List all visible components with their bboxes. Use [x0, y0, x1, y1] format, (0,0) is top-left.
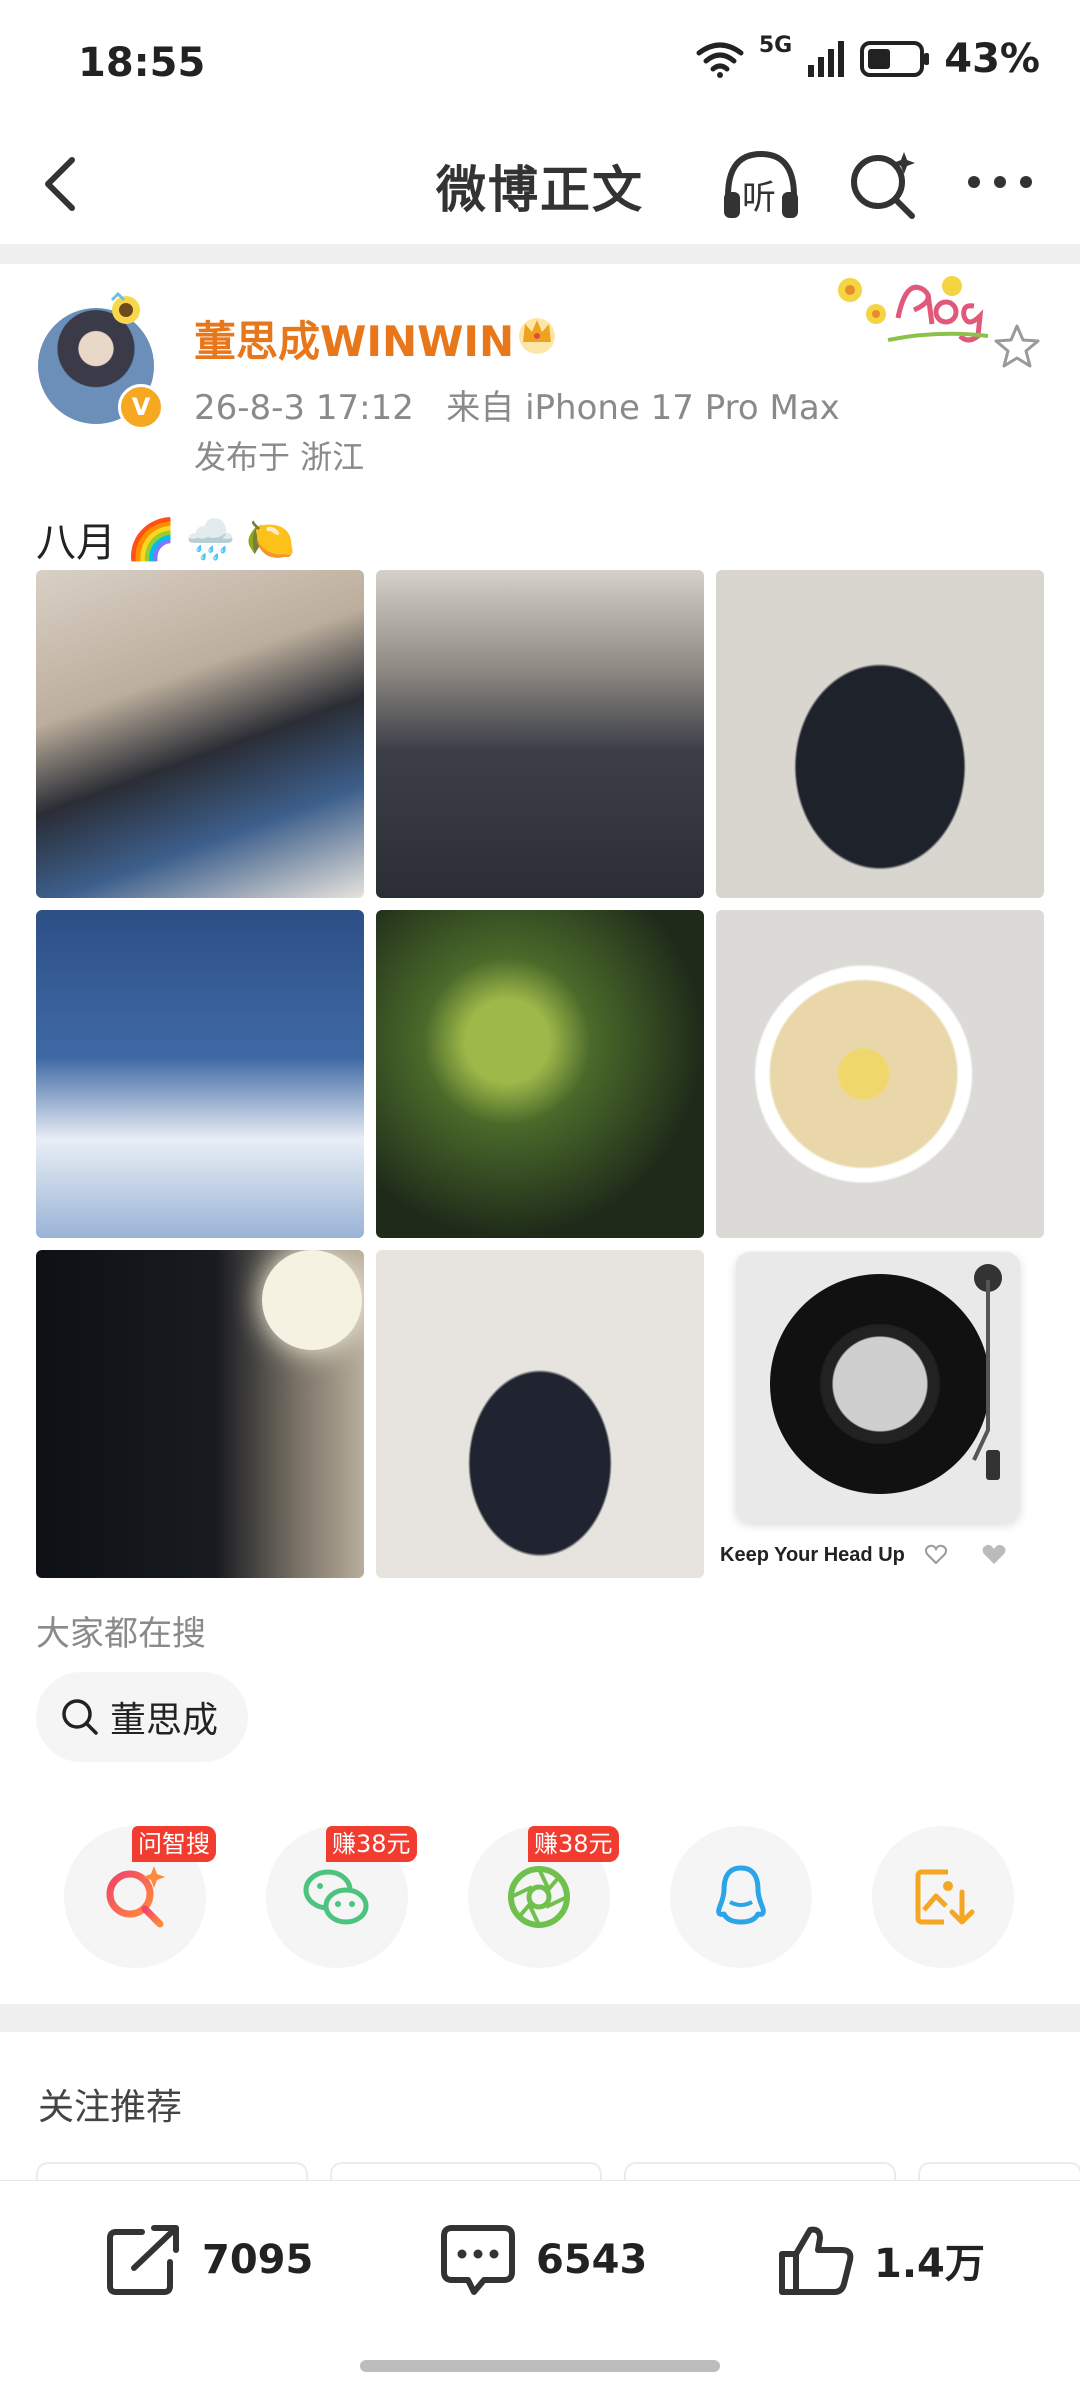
tonearm-icon	[972, 1264, 1002, 1480]
heart-icon[interactable]	[980, 1542, 1008, 1566]
status-icons: 5G 43%	[695, 32, 1040, 82]
like-button[interactable]: 1.4万	[776, 2222, 985, 2298]
post-location: 发布于 浙江	[194, 438, 365, 476]
more-options-icon[interactable]	[960, 152, 1040, 212]
image-grid: Keep Your Head Up	[36, 570, 1044, 1578]
repost-button[interactable]: 7095	[104, 2222, 313, 2298]
post-source: 来自 iPhone 17 Pro Max	[446, 388, 840, 428]
qq-icon	[716, 1865, 766, 1925]
favorite-star-icon[interactable]	[992, 322, 1042, 372]
post-image-4[interactable]	[36, 910, 364, 1238]
post-image-5[interactable]	[376, 910, 704, 1238]
post-image-8[interactable]	[376, 1250, 704, 1578]
listen-button[interactable]: 听	[718, 144, 804, 224]
post-text: 八月 🌈 🌧️ 🍋	[36, 510, 295, 568]
listen-label: 听	[742, 178, 776, 218]
wifi-icon	[696, 42, 744, 78]
share-qq[interactable]	[670, 1826, 812, 1968]
broken-heart-icon[interactable]	[924, 1542, 948, 1566]
signal-icon	[808, 41, 845, 77]
repost-icon	[107, 2225, 179, 2295]
moments-icon	[508, 1866, 570, 1928]
rain-cloud-emoji: 🌧️	[185, 516, 236, 563]
author-name[interactable]: 董思成WINWIN	[194, 308, 514, 369]
thumbs-up-icon	[779, 2226, 854, 2295]
follow-recommend-heading: 关注推荐	[38, 2087, 183, 2128]
post-image-6[interactable]	[716, 910, 1044, 1238]
status-time: 18:55	[78, 40, 206, 86]
share-badge-1: 问智搜	[132, 1826, 216, 1862]
post-image-3[interactable]	[716, 570, 1044, 898]
hot-search-chip[interactable]: 董思成	[36, 1672, 249, 1762]
home-indicator[interactable]	[360, 2360, 720, 2372]
hot-search-heading: 大家都在搜	[36, 1614, 206, 1654]
repost-count: 7095	[202, 2237, 314, 2283]
song-title: Keep Your Head Up	[720, 1544, 905, 1566]
avatar-decoration-icon	[110, 292, 140, 324]
smart-search-icon	[106, 1866, 165, 1928]
turntable-image	[736, 1252, 1020, 1522]
post-text-content: 八月	[36, 520, 116, 566]
top-nav-bar: 微博正文 听	[0, 130, 1080, 240]
post-image-1[interactable]	[36, 570, 364, 898]
divider	[0, 244, 1080, 264]
post-timestamp: 26-8-3 17:12	[194, 388, 414, 428]
search-icon	[62, 1699, 98, 1735]
share-badge-2: 赚38元	[326, 1826, 417, 1862]
save-image-icon	[915, 1869, 975, 1925]
comment-count: 6543	[536, 2237, 648, 2283]
lemon-emoji: 🍋	[245, 516, 296, 563]
battery-icon	[860, 41, 930, 77]
verified-badge: V	[118, 384, 164, 430]
hot-search-label: 董思成	[110, 1700, 219, 1741]
crown-icon	[519, 318, 555, 354]
music-card[interactable]: Keep Your Head Up	[716, 1250, 1044, 1578]
post-meta: 26-8-3 17:12 来自 iPhone 17 Pro Max	[194, 380, 840, 429]
post-image-7[interactable]	[36, 1250, 364, 1578]
status-bar: 18:55 5G 43%	[0, 0, 1080, 130]
share-badge-3: 赚38元	[528, 1826, 619, 1862]
comment-button[interactable]: 6543	[438, 2222, 647, 2298]
plog-sticker-icon	[838, 276, 989, 343]
post-image-2[interactable]	[376, 570, 704, 898]
vinyl-record	[770, 1274, 990, 1494]
comment-icon	[441, 2225, 515, 2295]
rainbow-emoji: 🌈	[126, 516, 176, 563]
smart-search-icon[interactable]	[842, 144, 922, 224]
network-type: 5G	[758, 32, 793, 58]
share-save-image[interactable]	[872, 1826, 1014, 1968]
wechat-icon	[303, 1869, 369, 1925]
like-count: 1.4万	[874, 2241, 985, 2287]
lamp-light	[262, 1250, 362, 1350]
divider	[0, 2004, 1080, 2032]
battery-percent: 43%	[944, 36, 1040, 82]
